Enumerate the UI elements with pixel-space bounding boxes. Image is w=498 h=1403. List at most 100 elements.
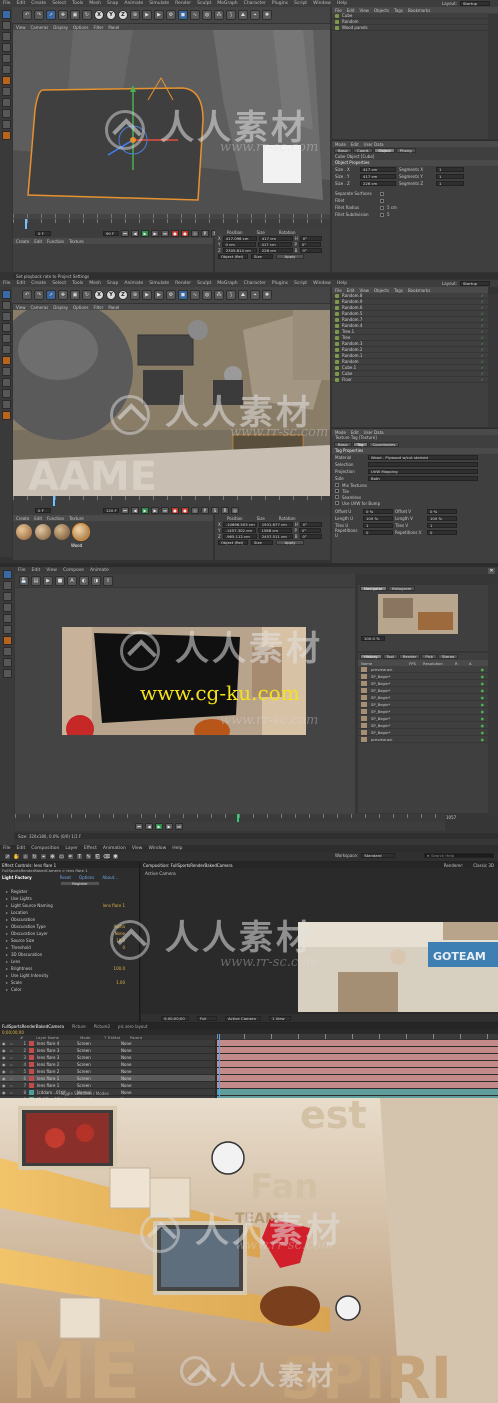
layer-duration-bar[interactable] [217, 1054, 498, 1061]
rotate-icon[interactable]: ↻ [82, 290, 92, 300]
history-row[interactable]: SP_Begin* ● [358, 722, 488, 729]
visibility-eye-icon[interactable]: ◉ [2, 1062, 10, 1067]
object-row[interactable]: Wood panels✓ [332, 25, 498, 31]
layer-name[interactable]: lens flare 1 [37, 1076, 77, 1081]
tweak-icon[interactable] [1, 367, 11, 376]
objects-menu-file[interactable]: File [335, 8, 342, 13]
resolution-dropdown[interactable]: Full [197, 1015, 217, 1021]
visibility-check-icon[interactable]: ✓ [481, 359, 484, 364]
visibility-check-icon[interactable]: ✓ [481, 341, 484, 346]
layer-duration-bar[interactable] [217, 1068, 498, 1075]
hand-tool-icon[interactable]: ✋ [13, 853, 20, 860]
play-icon[interactable]: ▶ [141, 507, 149, 514]
select-icon[interactable]: ➚ [46, 290, 56, 300]
layer-label-color[interactable] [29, 1047, 34, 1053]
history-row[interactable]: SP_Begin* ● [358, 708, 488, 715]
layer-mode-dropdown[interactable]: Screen [77, 1083, 99, 1088]
layer-parent-dropdown[interactable]: None [121, 1062, 139, 1067]
disclosure-triangle-icon[interactable]: ▸ [6, 896, 8, 901]
objects-menu-view[interactable]: View [359, 8, 369, 13]
play-icon[interactable]: ▶ [141, 230, 149, 237]
scene-icon[interactable]: ⛰ [238, 10, 248, 20]
layer-parent-dropdown[interactable]: None [121, 1083, 139, 1088]
next-key-icon[interactable]: ▶ [151, 507, 159, 514]
disclosure-triangle-icon[interactable]: ▸ [6, 924, 8, 929]
objects-menu-objects[interactable]: Objects [374, 288, 389, 293]
coord-position-field[interactable]: -965.112 cm [222, 533, 257, 539]
objects-menu-tags[interactable]: Tags [394, 8, 403, 13]
lock-icon[interactable]: ▫ [10, 1069, 18, 1074]
layer-name[interactable]: lens flare 2 [37, 1069, 77, 1074]
checkbox-icon[interactable] [380, 205, 384, 210]
disclosure-triangle-icon[interactable]: ▸ [6, 966, 8, 971]
offset-field[interactable]: 0 % [427, 509, 457, 514]
menu-item-character[interactable]: Character [244, 1, 266, 6]
menu-item-sculpt[interactable]: Sculpt [197, 1, 211, 6]
save-image-icon[interactable]: 💾 [19, 575, 29, 586]
tag-field-value[interactable]: Wood - Plywood w/cut stained [368, 455, 478, 460]
enable-axis-icon[interactable] [2, 636, 12, 645]
goto-start-icon[interactable]: ⏮ [121, 507, 129, 514]
layer-mode-dropdown[interactable]: Screen [77, 1062, 99, 1067]
menu-item-animate[interactable]: Animate [90, 568, 109, 573]
coord-position-field[interactable]: -1457.302 cm [222, 527, 257, 533]
viewer-timeline[interactable] [15, 814, 445, 822]
materials-menu-create[interactable]: Create [16, 516, 29, 521]
visibility-check-icon[interactable]: ✓ [481, 329, 484, 334]
effect-property-row[interactable]: ▸ Obscuration [0, 916, 139, 923]
polygons-mode-icon[interactable] [2, 625, 12, 634]
layer-mode-dropdown[interactable]: Screen [77, 1076, 99, 1081]
objects-menu-bookmarks[interactable]: Bookmarks [408, 8, 430, 13]
solo-icon[interactable] [1, 411, 11, 420]
layer-duration-bar[interactable] [217, 1089, 498, 1096]
menu-item-file[interactable]: File [3, 281, 11, 286]
array-icon[interactable]: ⁂ [214, 290, 224, 300]
texture-mode-icon[interactable] [1, 301, 11, 310]
menu-item-window[interactable]: Window [313, 1, 331, 6]
enable-axis-icon[interactable] [1, 76, 11, 85]
menu-item-mesh[interactable]: Mesh [89, 1, 101, 6]
viewport-menu-options[interactable]: Options [73, 305, 88, 310]
disclosure-triangle-icon[interactable]: ▸ [6, 889, 8, 894]
nurbs-icon[interactable]: ◍ [202, 10, 212, 20]
end-frame-field[interactable]: 90 F [103, 231, 119, 236]
coordinate-system-icon[interactable]: ⊕ [130, 10, 140, 20]
menu-item-layer[interactable]: Layer [65, 846, 78, 851]
material-swatch[interactable] [16, 524, 32, 540]
viewport-menu-panel[interactable]: Panel [108, 305, 119, 310]
offset-field[interactable]: 1 [363, 523, 393, 528]
menu-item-edit[interactable]: Edit [17, 281, 26, 286]
z-axis-icon[interactable]: Z [118, 290, 128, 300]
layout-selector[interactable]: Layout: Startup [442, 281, 490, 286]
history-row[interactable]: preview.avi ● [358, 736, 488, 743]
checkbox-icon[interactable] [335, 501, 339, 505]
history-row[interactable]: preview.avi ● [358, 666, 488, 673]
navigator-thumbnail[interactable] [378, 594, 458, 634]
goto-start-icon[interactable]: ⏮ [121, 230, 129, 237]
menu-item-simulate[interactable]: Simulate [149, 1, 169, 6]
mask-tool-icon[interactable]: ▭ [58, 853, 65, 860]
menu-item-character[interactable]: Character [244, 281, 266, 286]
disclosure-triangle-icon[interactable]: ▸ [6, 903, 8, 908]
z-axis-icon[interactable]: Z [118, 10, 128, 20]
coord-size-field[interactable]: 1931.677 cm [258, 521, 293, 527]
enable-axis-icon[interactable] [1, 356, 11, 365]
history-column-header[interactable]: Name [361, 661, 405, 666]
tab-composition[interactable]: Composition: FullSportsRenderBakedCamera [143, 863, 233, 868]
tag-field-value[interactable]: UVW Mapping [368, 469, 478, 474]
history-row[interactable]: SP_Begin* ● [358, 729, 488, 736]
tab-basic[interactable]: Basic [334, 148, 353, 153]
viewport-menu-filter[interactable]: Filter [93, 305, 103, 310]
rotate-tool-icon[interactable]: ↻ [31, 853, 38, 860]
light-icon[interactable]: ✺ [262, 290, 272, 300]
timeline-tab[interactable]: Picture [72, 1024, 86, 1029]
viewport-menu-filter[interactable]: Filter [93, 25, 103, 30]
x-axis-icon[interactable]: X [94, 290, 104, 300]
next-key-icon[interactable]: ▶ [151, 230, 159, 237]
tab-coordinates[interactable]: Coordinates [368, 442, 400, 447]
texture-mode-icon[interactable] [1, 21, 11, 30]
history-column-header[interactable]: Resolution [423, 661, 451, 666]
material-swatch[interactable] [35, 524, 51, 540]
menu-item-animate[interactable]: Animate [124, 281, 143, 286]
scale-key-icon[interactable]: S [211, 507, 219, 514]
